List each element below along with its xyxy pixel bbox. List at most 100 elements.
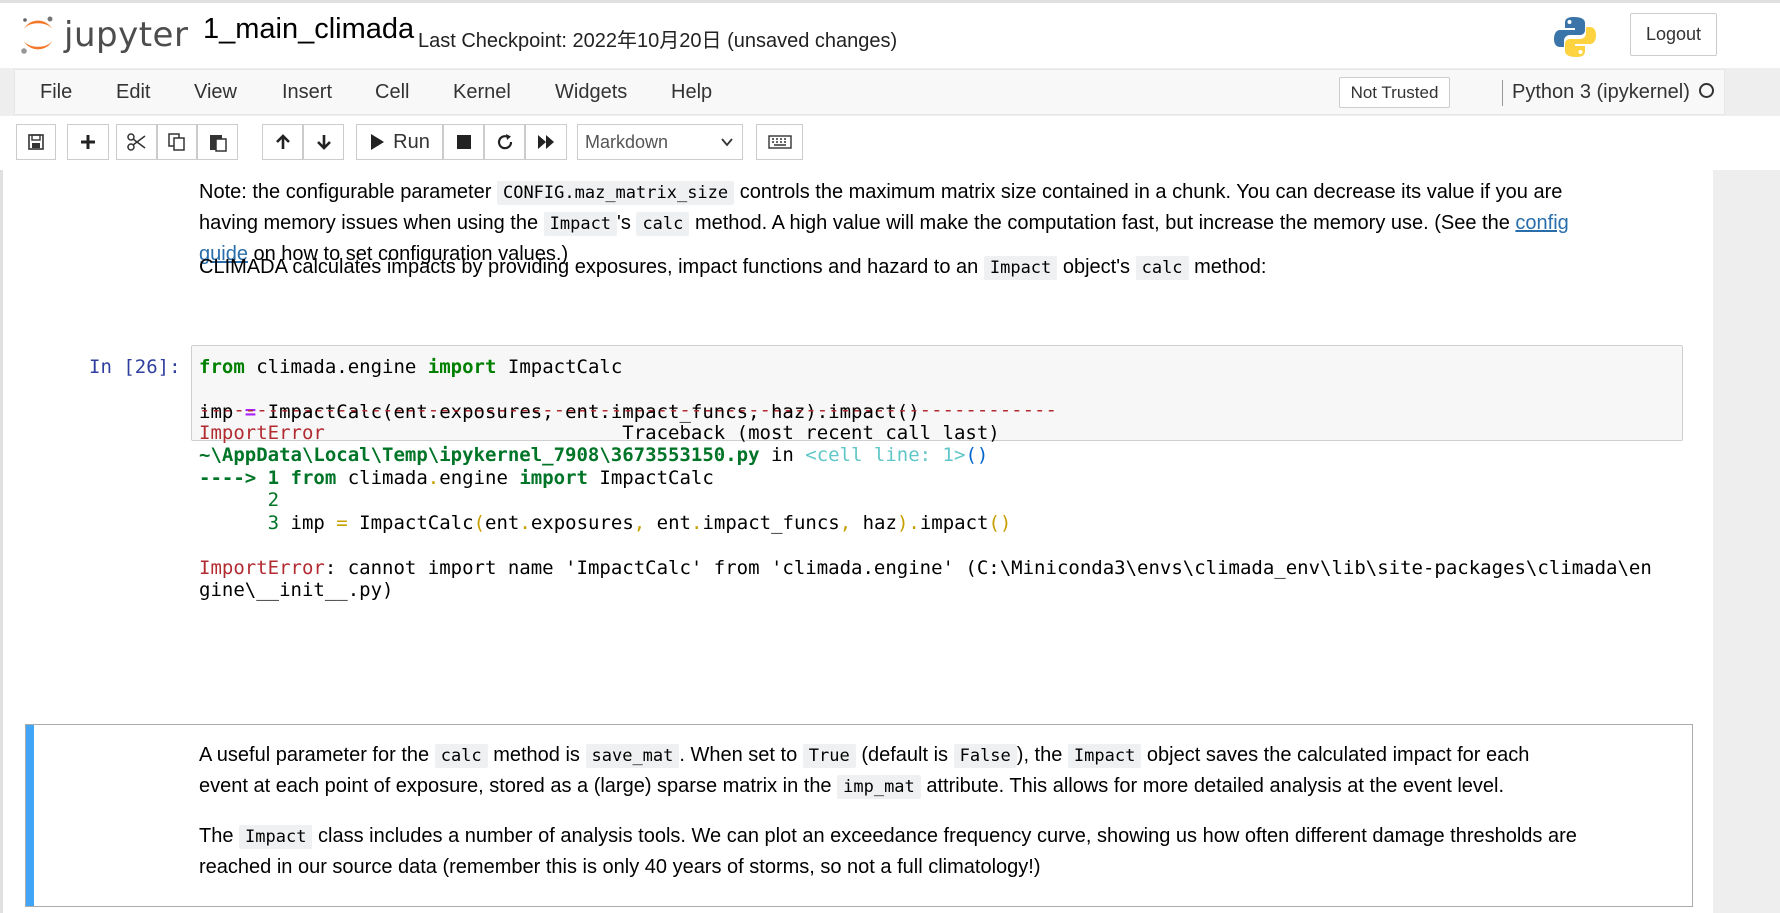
jupyter-logo-text: jupyter <box>64 15 189 55</box>
code-text: in <box>759 444 806 466</box>
inline-code: Impact <box>983 256 1058 280</box>
menu-view[interactable]: View <box>194 81 237 104</box>
cell-type-select[interactable]: Markdown <box>577 124 743 160</box>
code-text: ImpactCalc <box>347 512 474 534</box>
kernel-separator <box>1502 80 1503 106</box>
text: event at each point of exposure, stored … <box>199 775 832 797</box>
code-text: impact_funcs <box>702 512 840 534</box>
restart-icon <box>497 134 512 150</box>
traceback-header: ImportError Traceback (most recent call … <box>199 422 1000 444</box>
error-message: ImportError: cannot import name 'ImpactC… <box>199 557 1652 579</box>
jupyter-logo[interactable]: jupyter <box>18 13 193 57</box>
not-trusted-button[interactable]: Not Trusted <box>1339 77 1450 108</box>
markdown-line: event at each point of exposure, stored … <box>199 771 1529 802</box>
markdown-cell-climada-calc[interactable]: CLIMADA calculates impacts by providing … <box>199 252 1266 283</box>
code-text: impact <box>919 512 989 534</box>
code-text: ent <box>645 512 691 534</box>
markdown-line: A useful parameter for the calc method i… <box>199 740 1529 771</box>
save-icon <box>28 134 44 150</box>
move-down-button[interactable] <box>303 124 344 160</box>
code-text: = <box>336 512 348 534</box>
fast-forward-icon <box>538 135 554 149</box>
command-palette-button[interactable] <box>756 124 803 160</box>
markdown-cell-impact-class[interactable]: The Impact class includes a number of an… <box>199 821 1577 882</box>
kernel-idle-indicator-icon <box>1699 83 1714 98</box>
stop-icon <box>456 135 471 149</box>
logout-button[interactable]: Logout <box>1630 13 1717 56</box>
restart-run-all-button[interactable] <box>525 124 567 160</box>
run-label: Run <box>393 130 430 153</box>
inline-code: Impact <box>239 825 313 849</box>
traceback-line: 3 imp = ImpactCalc(ent.exposures, ent.im… <box>199 512 1012 534</box>
text: ), the <box>1016 744 1063 766</box>
error-name: ImportError <box>199 557 325 579</box>
inline-code: save_mat <box>585 744 680 768</box>
menu-file[interactable]: File <box>40 81 72 104</box>
play-icon <box>371 134 385 150</box>
code-text: haz <box>851 512 897 534</box>
keyboard-icon <box>767 135 792 149</box>
page-scroll-gutter <box>1713 170 1780 913</box>
code-text: . <box>908 512 920 534</box>
insert-cell-button[interactable] <box>67 124 109 160</box>
markdown-line: Note: the configurable parameter CONFIG.… <box>199 177 1569 208</box>
move-up-button[interactable] <box>262 124 303 160</box>
notebook-name[interactable]: 1_main_climada <box>203 13 414 46</box>
text: A useful parameter for the <box>199 744 430 766</box>
config-guide-link[interactable]: config <box>1515 212 1568 234</box>
keyword: import <box>427 356 497 378</box>
text: . When set to <box>679 744 798 766</box>
code-text: ) <box>896 512 909 534</box>
menu-cell[interactable]: Cell <box>375 81 409 104</box>
save-button[interactable] <box>16 124 56 160</box>
code-text: , <box>839 512 852 534</box>
menu-kernel[interactable]: Kernel <box>453 81 511 104</box>
traceback-line: 2 <box>199 489 280 511</box>
code-text: climada <box>336 467 428 489</box>
python-logo-icon <box>1553 15 1597 59</box>
cut-button[interactable] <box>116 124 157 160</box>
kernel-name[interactable]: Python 3 (ipykernel) <box>1512 81 1690 104</box>
inline-code: False <box>953 744 1017 768</box>
markdown-cell-save-mat[interactable]: A useful parameter for the calc method i… <box>199 740 1529 802</box>
traceback-label: Traceback (most recent call last) <box>324 422 1000 444</box>
text: object saves the calculated impact for e… <box>1146 744 1530 766</box>
header: jupyter 1_main_climada Last Checkpoint: … <box>0 0 1780 68</box>
text: 's <box>617 212 631 234</box>
inline-code: True <box>802 744 856 768</box>
traceback-file: ~\AppData\Local\Temp\ipykernel_7908\3673… <box>199 444 988 466</box>
inline-code: CONFIG.maz_matrix_size <box>496 181 735 205</box>
text: CLIMADA calculates impacts by providing … <box>199 256 979 278</box>
code-text: imp <box>279 512 337 534</box>
text: method: <box>1194 256 1267 278</box>
text: having memory issues when using the <box>199 212 539 234</box>
text: attribute. This allows for more detailed… <box>926 775 1505 797</box>
copy-button[interactable] <box>157 124 197 160</box>
traceback-path: ~\AppData\Local\Temp\ipykernel_7908\3673… <box>199 444 760 466</box>
run-button[interactable]: Run <box>356 124 443 160</box>
text: controls the maximum matrix size contain… <box>739 181 1563 203</box>
restart-button[interactable] <box>484 124 525 160</box>
code-text: . <box>519 512 531 534</box>
toolbar: Run Markdown <box>0 116 1780 170</box>
code-text: . <box>427 467 440 489</box>
interrupt-button[interactable] <box>443 124 484 160</box>
arrow-down-icon <box>316 135 331 150</box>
traceback-line: ----> 1 from climada.engine import Impac… <box>199 467 714 489</box>
error-name: ImportError <box>199 422 325 444</box>
menu-help[interactable]: Help <box>671 81 712 104</box>
inline-code: Impact <box>1067 744 1142 768</box>
keyword: from <box>290 467 337 489</box>
menu-insert[interactable]: Insert <box>282 81 332 104</box>
inline-code: calc <box>1135 256 1189 280</box>
menu-widgets[interactable]: Widgets <box>555 81 627 104</box>
copy-icon <box>168 133 185 151</box>
checkpoint-status: Last Checkpoint: 2022年10月20日 (unsaved ch… <box>418 30 898 52</box>
menu-edit[interactable]: Edit <box>116 81 150 104</box>
line-number: 3 <box>199 512 280 534</box>
error-message: gine\__init__.py) <box>199 579 394 601</box>
text: method. A high value will make the compu… <box>694 212 1510 234</box>
chevron-down-icon <box>721 138 733 147</box>
text: class includes a number of analysis tool… <box>318 825 1577 847</box>
paste-button[interactable] <box>197 124 238 160</box>
